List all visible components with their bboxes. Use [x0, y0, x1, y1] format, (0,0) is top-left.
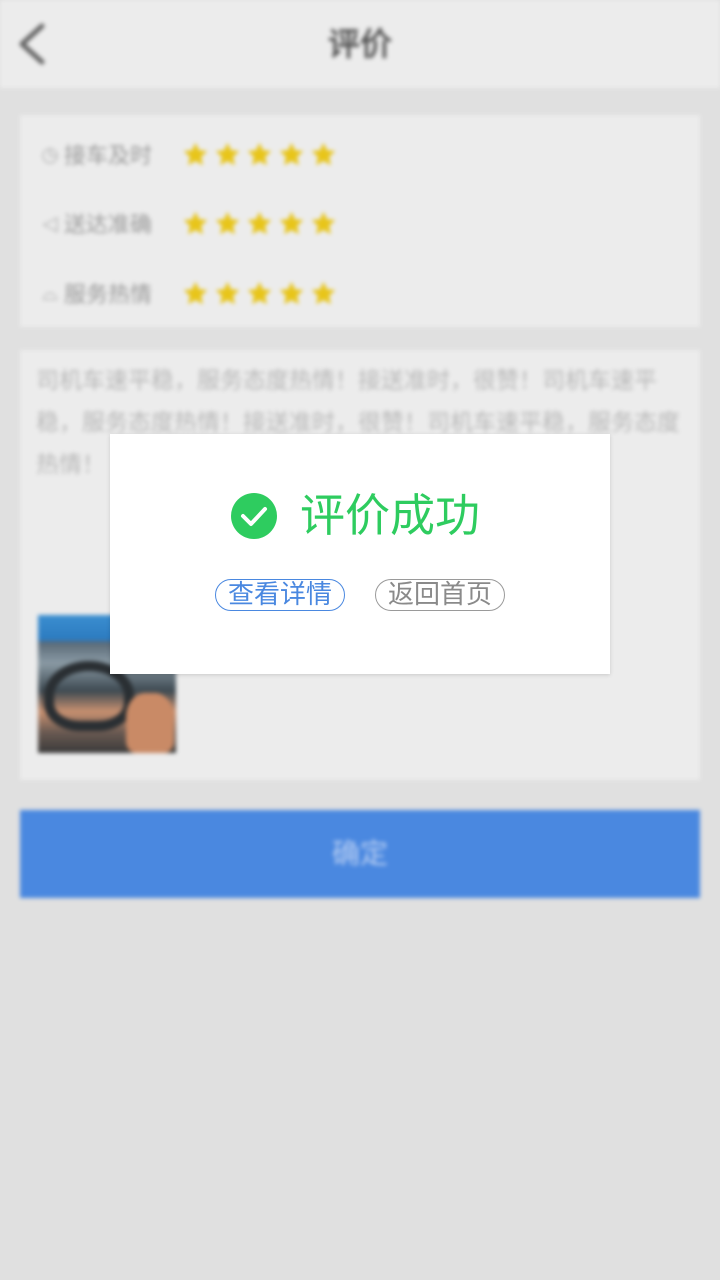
rating-row-delivery: ◁ 送达准确 [38, 203, 698, 243]
star-icon[interactable] [182, 141, 209, 168]
rating-row-service: ⌓ 服务热情 [38, 273, 698, 313]
page-title: 评价 [327, 25, 392, 63]
rating-label: 接车及时 [64, 144, 153, 169]
star-icon[interactable] [214, 280, 241, 307]
header-bar: 评价 [0, 0, 720, 88]
star-icon[interactable] [278, 280, 305, 307]
star-rating[interactable] [182, 141, 337, 168]
check-circle-icon [231, 493, 277, 539]
star-icon[interactable] [310, 210, 337, 237]
rating-label: 送达准确 [64, 213, 153, 238]
success-message: 评价成功 [300, 489, 481, 542]
rating-row-pickup: ◷ 接车及时 [38, 134, 698, 174]
star-icon[interactable] [278, 210, 305, 237]
star-rating[interactable] [182, 280, 337, 307]
star-icon[interactable] [246, 210, 273, 237]
service-bell-icon: ⌓ [42, 281, 58, 305]
rating-label: 服务热情 [64, 283, 153, 308]
star-rating[interactable] [182, 210, 337, 237]
star-icon[interactable] [182, 280, 209, 307]
star-icon[interactable] [182, 210, 209, 237]
navigation-icon: ◁ [42, 211, 58, 235]
star-icon[interactable] [310, 280, 337, 307]
view-details-button[interactable]: 查看详情 [215, 579, 345, 611]
back-home-button[interactable]: 返回首页 [375, 579, 505, 611]
rating-card: ◷ 接车及时 ◁ 送达准确 ⌓ 服务热情 [20, 115, 700, 327]
confirm-button[interactable]: 确定 [20, 810, 700, 898]
clock-icon: ◷ [41, 142, 59, 166]
star-icon[interactable] [310, 141, 337, 168]
star-icon[interactable] [246, 280, 273, 307]
star-icon[interactable] [246, 141, 273, 168]
star-icon[interactable] [214, 141, 241, 168]
success-dialog: 评价成功 查看详情 返回首页 [110, 434, 610, 674]
star-icon[interactable] [214, 210, 241, 237]
star-icon[interactable] [278, 141, 305, 168]
